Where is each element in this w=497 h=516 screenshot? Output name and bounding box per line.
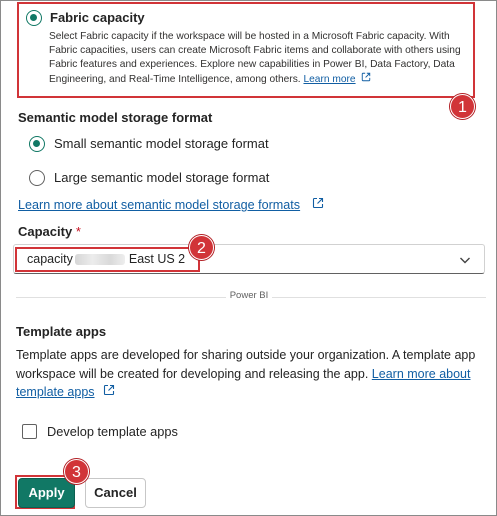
develop-template-apps-checkbox[interactable]	[22, 424, 37, 439]
capacity-label: Capacity *	[18, 224, 81, 239]
external-link-icon[interactable]	[361, 72, 371, 87]
cancel-button[interactable]: Cancel	[85, 478, 146, 508]
large-storage-label[interactable]: Large semantic model storage format	[54, 170, 269, 185]
fabric-capacity-title[interactable]: Fabric capacity	[50, 10, 145, 25]
fabric-capacity-radio[interactable]	[26, 10, 42, 26]
callout-badge-2: 2	[189, 235, 214, 260]
capacity-highlight	[15, 247, 200, 272]
fabric-learn-more-link[interactable]: Learn more	[303, 74, 355, 85]
large-storage-radio[interactable]	[29, 170, 45, 186]
required-indicator: *	[75, 224, 81, 239]
fabric-description-text: Select Fabric capacity if the workspace …	[49, 31, 461, 86]
template-apps-heading: Template apps	[16, 324, 107, 339]
external-link-icon[interactable]	[103, 383, 115, 402]
storage-format-heading: Semantic model storage format	[18, 110, 213, 125]
section-divider-label: Power BI	[226, 290, 272, 301]
template-apps-description: Template apps are developed for sharing …	[16, 346, 486, 402]
callout-badge-1: 1	[450, 94, 475, 119]
fabric-capacity-description: Select Fabric capacity if the workspace …	[49, 30, 475, 87]
small-storage-radio[interactable]	[29, 136, 45, 152]
capacity-label-text: Capacity	[18, 224, 73, 239]
storage-learn-more-link[interactable]: Learn more about semantic model storage …	[18, 198, 300, 212]
small-storage-label[interactable]: Small semantic model storage format	[54, 136, 269, 151]
callout-badge-3: 3	[64, 459, 89, 484]
apply-button[interactable]: Apply	[18, 478, 75, 508]
external-link-icon[interactable]	[312, 196, 324, 214]
chevron-down-icon[interactable]	[458, 253, 472, 272]
develop-template-apps-label[interactable]: Develop template apps	[47, 424, 178, 439]
